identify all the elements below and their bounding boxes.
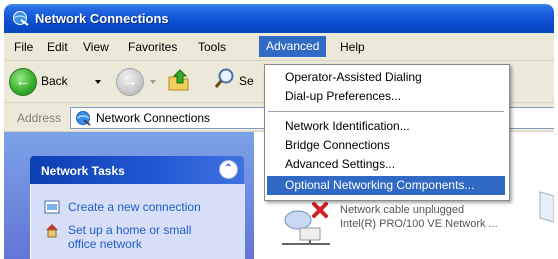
title-bar[interactable]: Network Connections [4, 4, 554, 33]
menu-view[interactable]: View [83, 39, 109, 55]
network-connections-icon [12, 10, 30, 27]
network-tasks-header[interactable]: Network Tasks ⌃ [30, 156, 244, 184]
search-label[interactable]: Se [239, 74, 254, 88]
menu-favorites[interactable]: Favorites [128, 39, 177, 55]
task-label[interactable]: Create a new connection [68, 200, 201, 214]
task-pane: Network Tasks ⌃ Create a new connection [4, 132, 254, 259]
task-label-line2[interactable]: office network [68, 237, 142, 251]
menu-item-bridge-connections[interactable]: Bridge Connections [267, 136, 505, 155]
menu-item-advanced-settings[interactable]: Advanced Settings... [267, 155, 505, 174]
chevron-up-icon: ⌃ [224, 163, 233, 174]
forward-arrow-icon: → [122, 73, 138, 90]
menu-separator [268, 111, 504, 112]
back-label[interactable]: Back [41, 74, 68, 88]
home-network-icon [44, 222, 60, 238]
up-folder-icon [168, 69, 189, 91]
back-arrow-icon: ← [15, 73, 31, 90]
network-tasks-body: Create a new connection Set up a home or… [30, 184, 245, 259]
second-connection-icon[interactable] [536, 190, 554, 230]
lan-connection-icon [282, 202, 330, 245]
connection-device: Intel(R) PRO/100 VE Network ... [340, 218, 498, 230]
window-title: Network Connections [35, 11, 169, 26]
lan-connection-item[interactable]: Network cable unplugged Intel(R) PRO/100… [276, 198, 498, 251]
back-dropdown-icon[interactable] [95, 80, 101, 84]
menu-file[interactable]: File [14, 39, 33, 55]
explorer-window: Network Connections File Edit View Favor… [4, 4, 554, 259]
search-icon [214, 68, 234, 88]
back-button[interactable]: ← [9, 68, 37, 96]
up-folder-button[interactable] [167, 67, 191, 93]
menu-item-network-identification[interactable]: Network Identification... [267, 117, 505, 136]
menu-bar: File Edit View Favorites Tools Advanced … [4, 33, 554, 61]
menu-edit[interactable]: Edit [47, 39, 68, 55]
network-connections-icon [75, 110, 91, 126]
network-tasks-title: Network Tasks [41, 164, 125, 178]
menu-help[interactable]: Help [340, 39, 365, 55]
address-value: Network Connections [96, 111, 211, 125]
forward-button[interactable]: → [116, 68, 144, 96]
collapse-button[interactable]: ⌃ [219, 160, 238, 179]
address-label: Address [17, 111, 62, 125]
new-connection-icon [44, 199, 60, 215]
menu-item-operator-assisted-dialing[interactable]: Operator-Assisted Dialing [267, 68, 505, 87]
connection-status: Network cable unplugged [340, 204, 465, 216]
advanced-menu-dropdown: Operator-Assisted Dialing Dial-up Prefer… [264, 64, 510, 201]
forward-dropdown-icon[interactable] [150, 80, 156, 84]
task-label[interactable]: Set up a home or small [68, 223, 191, 237]
menu-tools[interactable]: Tools [198, 39, 226, 55]
menu-item-dialup-preferences[interactable]: Dial-up Preferences... [267, 87, 505, 106]
menu-advanced[interactable]: Advanced [259, 36, 327, 57]
search-button[interactable] [214, 67, 236, 91]
menu-item-optional-networking-components[interactable]: Optional Networking Components... [267, 176, 505, 195]
